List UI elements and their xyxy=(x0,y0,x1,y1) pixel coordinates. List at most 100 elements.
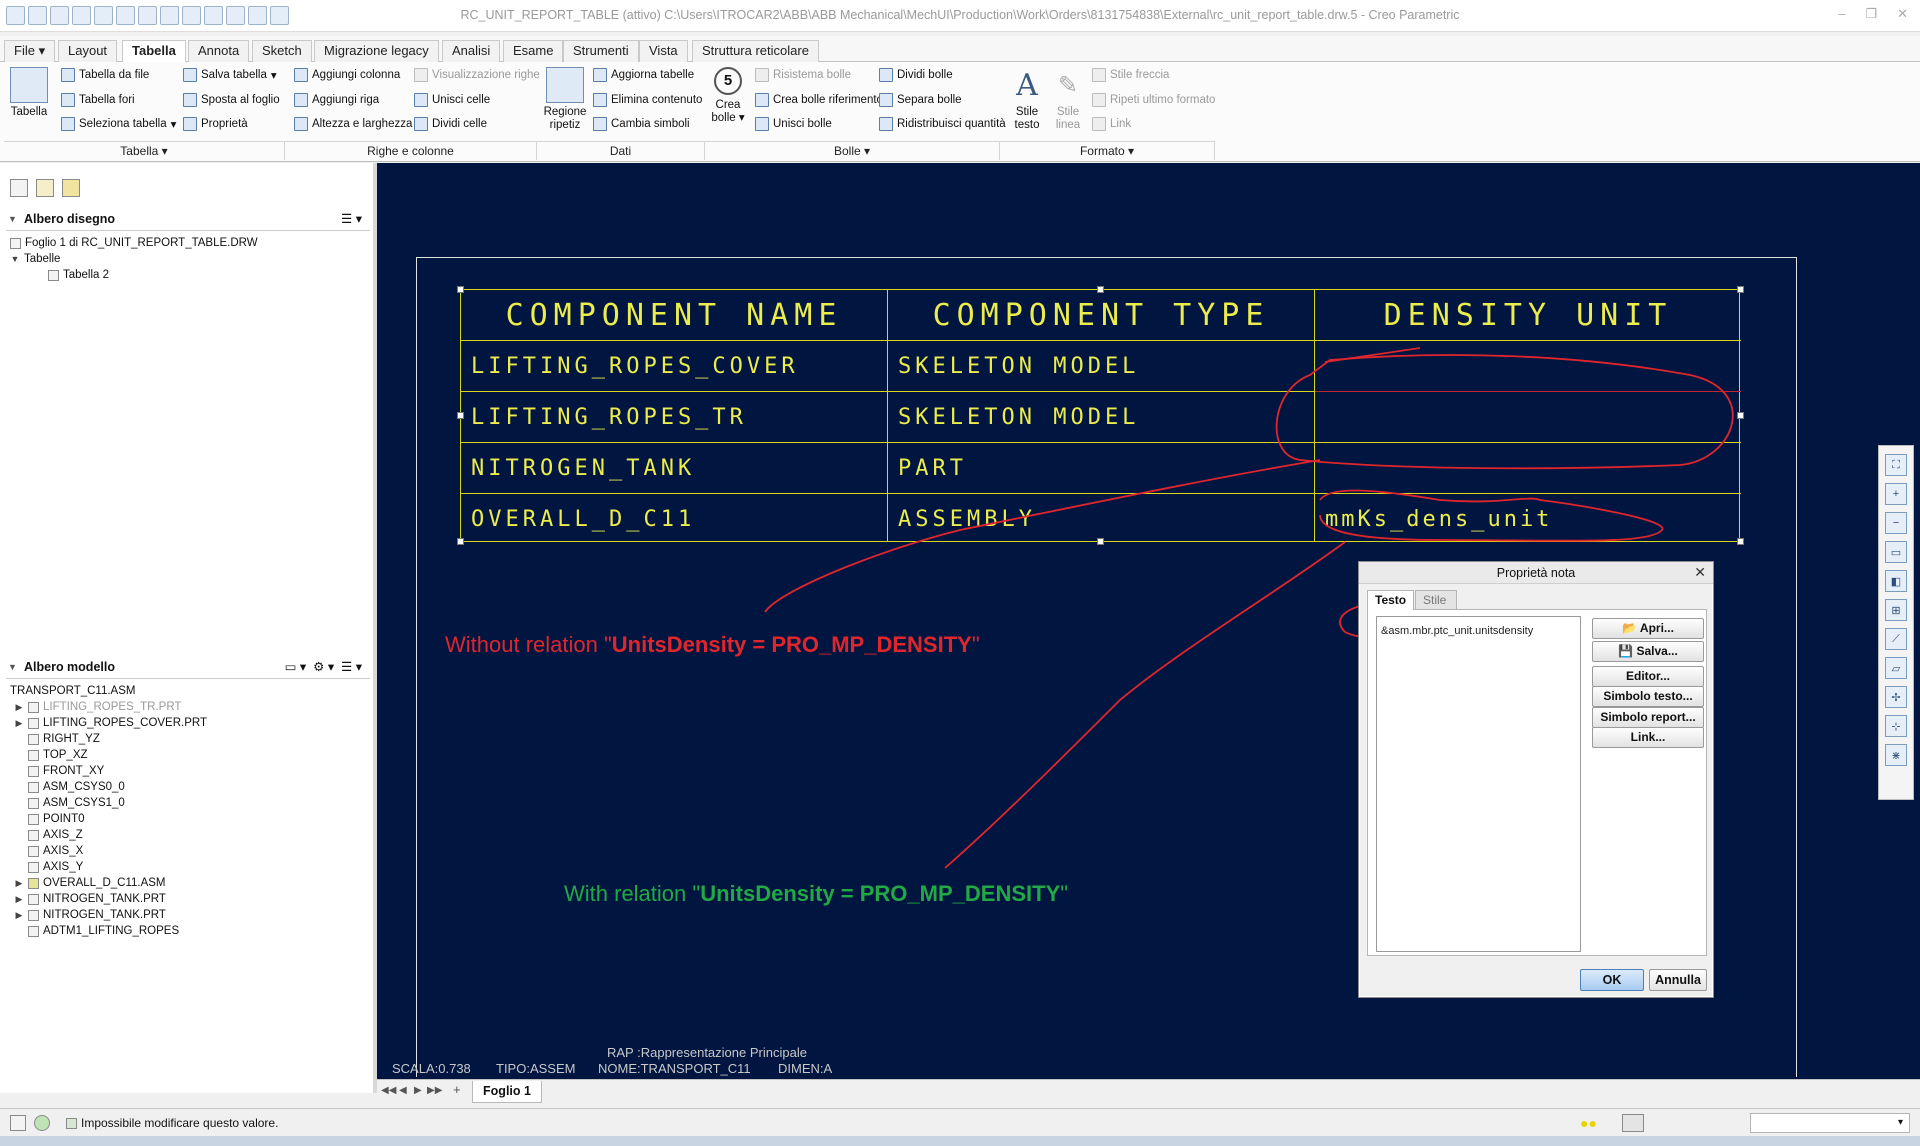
model-tree-item[interactable]: ▶ OVERALL_D_C11.ASM xyxy=(14,875,166,891)
sheet-tab-foglio-1[interactable]: Foglio 1 xyxy=(472,1081,542,1103)
saved-views-icon[interactable]: ⊞ xyxy=(1885,599,1907,621)
selection-handle[interactable] xyxy=(1737,538,1744,545)
minimize-icon[interactable]: – xyxy=(1838,6,1845,22)
apri-button[interactable]: 📂 Apri... xyxy=(1592,618,1704,639)
elimina-contenuto-button[interactable]: Elimina contenuto xyxy=(593,93,702,107)
model-tree-tools-icon[interactable]: ▭ ▾ ⚙ ▾ ☰ ▾ xyxy=(285,655,362,679)
tab-file[interactable]: File ▾ xyxy=(4,40,56,62)
model-tree-item[interactable]: POINT0 xyxy=(28,811,85,827)
model-tree-item[interactable]: ASM_CSYS0_0 xyxy=(28,779,125,795)
regione-ripetiz-button[interactable]: Regione ripetiz xyxy=(543,67,587,132)
ok-button[interactable]: OK xyxy=(1580,969,1644,991)
selection-handle[interactable] xyxy=(457,412,464,419)
tree-item-sheet[interactable]: Foglio 1 di RC_UNIT_REPORT_TABLE.DRW xyxy=(10,235,258,251)
table-cell[interactable] xyxy=(1315,392,1741,443)
tab-sketch[interactable]: Sketch xyxy=(252,40,312,62)
layers-tab-icon[interactable] xyxy=(36,179,54,197)
model-tree-tab-icon[interactable] xyxy=(10,179,28,197)
tab-struttura-reticolare[interactable]: Struttura reticolare xyxy=(692,40,819,62)
table-cell[interactable]: SKELETON MODEL xyxy=(888,341,1315,392)
repaint-icon[interactable]: ▭ xyxy=(1885,541,1907,563)
visualizzazione-righe-button[interactable]: Visualizzazione righe xyxy=(414,68,540,82)
simbolo-testo-button[interactable]: Simbolo testo... xyxy=(1592,686,1704,707)
find-icon[interactable] xyxy=(1622,1114,1644,1132)
group-formato[interactable]: Formato ▾ xyxy=(1000,141,1215,160)
ridistribuisci-quantita-button[interactable]: Ridistribuisci quantità xyxy=(879,117,1006,131)
tab-stile-testo[interactable]: Stile testo xyxy=(1415,590,1458,626)
ripeti-ultimo-formato-button[interactable]: Ripeti ultimo formato xyxy=(1092,93,1215,107)
tabella-button[interactable]: Tabella xyxy=(9,67,49,119)
table-cell[interactable]: SKELETON MODEL xyxy=(888,392,1315,443)
selection-handle[interactable] xyxy=(1737,286,1744,293)
model-tree-root[interactable]: TRANSPORT_C11.ASM xyxy=(10,683,135,699)
table-cell[interactable]: NITROGEN_TANK xyxy=(461,443,888,494)
note-text-area[interactable]: &asm.mbr.ptc_unit.unitsdensity xyxy=(1376,616,1581,952)
stile-linea-button[interactable]: ✎ Stile linea xyxy=(1050,67,1086,132)
salva-tabella-button[interactable]: Salva tabella ▾ xyxy=(183,68,277,82)
annotation-display-icon[interactable]: ⋇ xyxy=(1885,744,1907,766)
table-header-cell[interactable]: DENSITY UNIT xyxy=(1315,290,1741,341)
group-tabella[interactable]: Tabella ▾ xyxy=(4,141,285,160)
table-cell[interactable]: LIFTING_ROPES_COVER xyxy=(461,341,888,392)
model-tree-item[interactable]: ADTM1_LIFTING_ROPES xyxy=(28,923,179,939)
tab-migrazione-legacy[interactable]: Migrazione legacy xyxy=(314,40,439,62)
sposta-al-foglio-button[interactable]: Sposta al foglio xyxy=(183,93,280,107)
stile-freccia-button[interactable]: Stile freccia xyxy=(1092,68,1169,82)
last-sheet-icon[interactable]: ▶▶ xyxy=(427,1085,442,1096)
selection-filter-dropdown[interactable]: ▾ xyxy=(1750,1113,1910,1133)
favorites-tab-icon[interactable] xyxy=(62,179,80,197)
tree-item-table-2[interactable]: Tabella 2 xyxy=(48,267,109,283)
model-tree-item[interactable]: AXIS_Y xyxy=(28,859,83,875)
link-button[interactable]: Link... xyxy=(1592,727,1704,748)
table-cell[interactable] xyxy=(1315,341,1741,392)
drawing-table[interactable]: COMPONENT NAME COMPONENT TYPE DENSITY UN… xyxy=(460,289,1741,542)
tab-testo[interactable]: Testo xyxy=(1367,590,1415,610)
selection-handle[interactable] xyxy=(457,538,464,545)
close-icon[interactable]: ✕ xyxy=(1897,6,1908,22)
tab-annota[interactable]: Annota xyxy=(188,40,250,62)
table-cell[interactable]: LIFTING_ROPES_TR xyxy=(461,392,888,443)
drawing-tree-header[interactable]: Albero disegno ☰ ▾ xyxy=(6,207,370,231)
csys-display-icon[interactable]: ⊹ xyxy=(1885,715,1907,737)
tabella-da-file-button[interactable]: Tabella da file xyxy=(61,68,149,82)
tab-tabella[interactable]: Tabella xyxy=(122,40,186,63)
cancel-button[interactable]: Annulla xyxy=(1649,969,1707,991)
unisci-bolle-button[interactable]: Unisci bolle xyxy=(755,117,832,131)
model-tree-item[interactable]: ▶ NITROGEN_TANK.PRT xyxy=(14,907,166,923)
model-tree-item[interactable]: ▶ LIFTING_ROPES_TR.PRT xyxy=(14,699,182,715)
tree-settings-icon[interactable]: ☰ ▾ xyxy=(341,207,362,231)
selection-handle[interactable] xyxy=(457,286,464,293)
aggiorna-tabelle-button[interactable]: Aggiorna tabelle xyxy=(593,68,694,82)
table-cell[interactable] xyxy=(1315,443,1741,494)
refit-icon[interactable]: ⛶ xyxy=(1885,454,1907,476)
browser-toggle-icon[interactable] xyxy=(34,1115,50,1131)
tab-layout[interactable]: Layout xyxy=(58,40,118,62)
risistema-bolle-button[interactable]: Risistema bolle xyxy=(755,68,851,82)
link-button[interactable]: Link xyxy=(1092,117,1131,131)
model-tree-item[interactable]: RIGHT_YZ xyxy=(28,731,100,747)
table-cell[interactable]: OVERALL_D_C11 xyxy=(461,494,888,541)
stile-testo-button[interactable]: A Stile testo xyxy=(1009,67,1045,132)
close-icon[interactable]: ✕ xyxy=(1694,564,1706,581)
selection-handle[interactable] xyxy=(1097,538,1104,545)
tab-strumenti[interactable]: Strumenti xyxy=(563,40,639,62)
model-tree-item[interactable]: ASM_CSYS1_0 xyxy=(28,795,125,811)
tabella-fori-button[interactable]: Tabella fori xyxy=(61,93,135,107)
selection-handle[interactable] xyxy=(1097,286,1104,293)
unisci-celle-button[interactable]: Unisci celle xyxy=(414,93,490,107)
model-tree-header[interactable]: Albero modello ▭ ▾ ⚙ ▾ ☰ ▾ xyxy=(6,655,370,679)
proprieta-button[interactable]: Proprietà xyxy=(183,117,248,131)
zoom-in-icon[interactable]: + xyxy=(1885,483,1907,505)
dividi-bolle-button[interactable]: Dividi bolle xyxy=(879,68,953,82)
model-tree-item[interactable]: AXIS_Z xyxy=(28,827,83,843)
salva-button[interactable]: 💾 Salva... xyxy=(1592,641,1704,662)
zoom-out-icon[interactable]: − xyxy=(1885,512,1907,534)
model-tree-item[interactable]: ▶ NITROGEN_TANK.PRT xyxy=(14,891,166,907)
selection-handle[interactable] xyxy=(1737,412,1744,419)
tree-item-tables[interactable]: ▼ Tabelle xyxy=(10,251,61,267)
navigator-toggle-icon[interactable] xyxy=(10,1115,26,1131)
tab-analisi[interactable]: Analisi xyxy=(442,40,501,62)
prev-sheet-icon[interactable]: ◀ xyxy=(399,1085,407,1096)
datum-axis-display-icon[interactable]: ⟋ xyxy=(1885,628,1907,650)
altezza-larghezza-button[interactable]: Altezza e larghezza xyxy=(294,117,412,131)
